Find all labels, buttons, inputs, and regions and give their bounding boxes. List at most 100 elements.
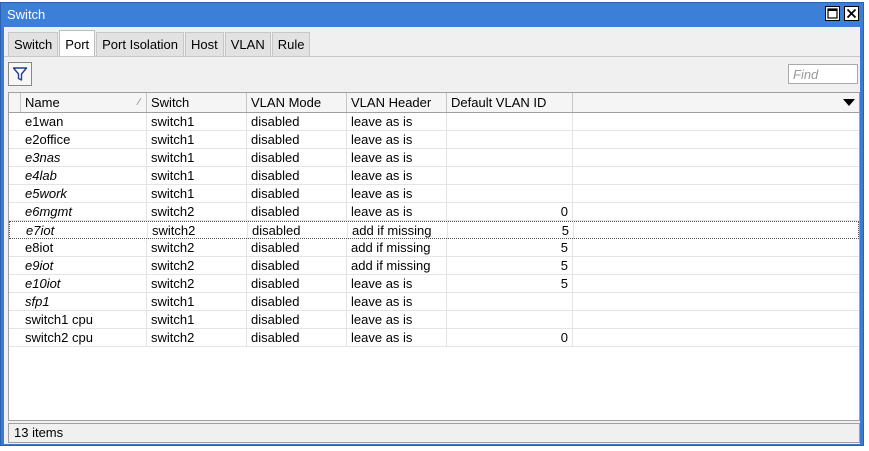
cell-vlan-header: leave as is (347, 311, 447, 328)
tab-vlan[interactable]: VLAN (224, 32, 271, 56)
cell-switch: switch1 (147, 311, 247, 328)
table-row[interactable]: e9iot switch2 disabled add if missing 5 (9, 257, 859, 275)
column-header-vlan-mode[interactable]: VLAN Mode (247, 93, 347, 112)
row-marker (9, 113, 21, 130)
tab-divider (4, 56, 860, 57)
close-button[interactable] (844, 6, 859, 21)
cell-switch: switch1 (147, 293, 247, 310)
cell-name: e1wan (21, 113, 147, 130)
row-marker (9, 257, 21, 274)
table-row[interactable]: e3nas switch1 disabled leave as is (9, 149, 859, 167)
cell-vlan-header: add if missing (347, 239, 447, 256)
tab-switch[interactable]: Switch (8, 32, 59, 56)
cell-name: e2office (21, 131, 147, 148)
cell-switch: switch2 (147, 257, 247, 274)
table-row[interactable]: e8iot switch2 disabled add if missing 5 (9, 239, 859, 257)
tab-rule[interactable]: Rule (271, 32, 311, 56)
switch-window: Switch Switch Port Port Isolation Host V… (0, 2, 864, 446)
cell-default-vlan-id (447, 113, 573, 130)
cell-default-vlan-id (447, 185, 573, 202)
cell-vlan-header: leave as is (347, 293, 447, 310)
title-bar[interactable]: Switch (1, 3, 863, 27)
port-table: Name ∕ Switch VLAN Mode VLAN Header Defa… (8, 92, 860, 421)
table-row[interactable]: e1wan switch1 disabled leave as is (9, 113, 859, 131)
cell-switch: switch1 (147, 149, 247, 166)
table-row[interactable]: e6mgmt switch2 disabled leave as is 0 (9, 203, 859, 221)
table-row[interactable]: sfp1 switch1 disabled leave as is (9, 293, 859, 311)
cell-default-vlan-id: 5 (447, 239, 573, 256)
row-marker (9, 329, 21, 346)
table-row[interactable]: e2office switch1 disabled leave as is (9, 131, 859, 149)
row-marker (9, 311, 21, 328)
tab-bar: Switch Port Port Isolation Host VLAN Rul… (8, 30, 311, 56)
cell-default-vlan-id: 0 (447, 203, 573, 220)
cell-vlan-mode: disabled (247, 113, 347, 130)
cell-vlan-mode: disabled (247, 239, 347, 256)
row-marker (9, 131, 21, 148)
cell-switch: switch2 (147, 329, 247, 346)
dropdown-arrow-icon (843, 98, 855, 106)
header-row-marker (9, 93, 21, 112)
row-marker (9, 293, 21, 310)
row-marker (9, 275, 21, 292)
cell-name: e9iot (21, 257, 147, 274)
background-window-bottom (0, 446, 869, 451)
table-row[interactable]: e10iot switch2 disabled leave as is 5 (9, 275, 859, 293)
cell-vlan-header: leave as is (347, 167, 447, 184)
close-icon (846, 8, 857, 19)
cell-switch: switch1 (147, 113, 247, 130)
cell-switch: switch2 (147, 203, 247, 220)
cell-default-vlan-id (447, 293, 573, 310)
cell-switch: switch2 (148, 222, 248, 239)
cell-switch: switch1 (147, 167, 247, 184)
column-header-default-vlan-id[interactable]: Default VLAN ID (447, 93, 573, 112)
table-row[interactable]: e4lab switch1 disabled leave as is (9, 167, 859, 185)
row-marker (10, 222, 22, 239)
cell-default-vlan-id (447, 167, 573, 184)
cell-name: sfp1 (21, 293, 147, 310)
cell-switch: switch1 (147, 131, 247, 148)
cell-vlan-header: leave as is (347, 131, 447, 148)
cell-default-vlan-id (447, 131, 573, 148)
cell-vlan-mode: disabled (247, 185, 347, 202)
column-header-name[interactable]: Name ∕ (21, 93, 147, 112)
table-header: Name ∕ Switch VLAN Mode VLAN Header Defa… (9, 93, 859, 113)
table-row[interactable]: switch1 cpu switch1 disabled leave as is (9, 311, 859, 329)
table-row[interactable]: e5work switch1 disabled leave as is (9, 185, 859, 203)
cell-name: e3nas (21, 149, 147, 166)
filter-button[interactable] (8, 62, 32, 86)
cell-vlan-header: leave as is (347, 203, 447, 220)
row-marker (9, 203, 21, 220)
row-marker (9, 167, 21, 184)
column-header-vlan-header[interactable]: VLAN Header (347, 93, 447, 112)
filter-funnel-icon (12, 67, 28, 81)
table-row[interactable]: switch2 cpu switch2 disabled leave as is 0 (9, 329, 859, 347)
table-row[interactable]: e7iot switch2 disabled add if missing 5 (9, 221, 859, 239)
cell-default-vlan-id: 5 (448, 222, 574, 239)
cell-switch: switch2 (147, 275, 247, 292)
column-menu-button[interactable] (839, 93, 859, 112)
find-input[interactable] (788, 64, 858, 84)
cell-name: e7iot (22, 222, 148, 239)
cell-name: e4lab (21, 167, 147, 184)
cell-name: switch1 cpu (21, 311, 147, 328)
cell-vlan-header: leave as is (347, 113, 447, 130)
tab-port[interactable]: Port (59, 30, 96, 56)
cell-name: e8iot (21, 239, 147, 256)
cell-vlan-mode: disabled (247, 257, 347, 274)
row-marker (9, 239, 21, 256)
cell-vlan-mode: disabled (247, 329, 347, 346)
tab-host[interactable]: Host (185, 32, 224, 56)
cell-vlan-mode: disabled (247, 311, 347, 328)
cell-name: e6mgmt (21, 203, 147, 220)
cell-default-vlan-id: 5 (447, 275, 573, 292)
maximize-button[interactable] (825, 6, 840, 21)
cell-vlan-mode: disabled (248, 222, 348, 239)
item-count: 13 items (14, 425, 64, 440)
cell-default-vlan-id: 5 (447, 257, 573, 274)
column-header-switch[interactable]: Switch (147, 93, 247, 112)
cell-default-vlan-id: 0 (447, 329, 573, 346)
cell-vlan-mode: disabled (247, 149, 347, 166)
tab-port-isolation[interactable]: Port Isolation (96, 32, 185, 56)
cell-name: switch2 cpu (21, 329, 147, 346)
